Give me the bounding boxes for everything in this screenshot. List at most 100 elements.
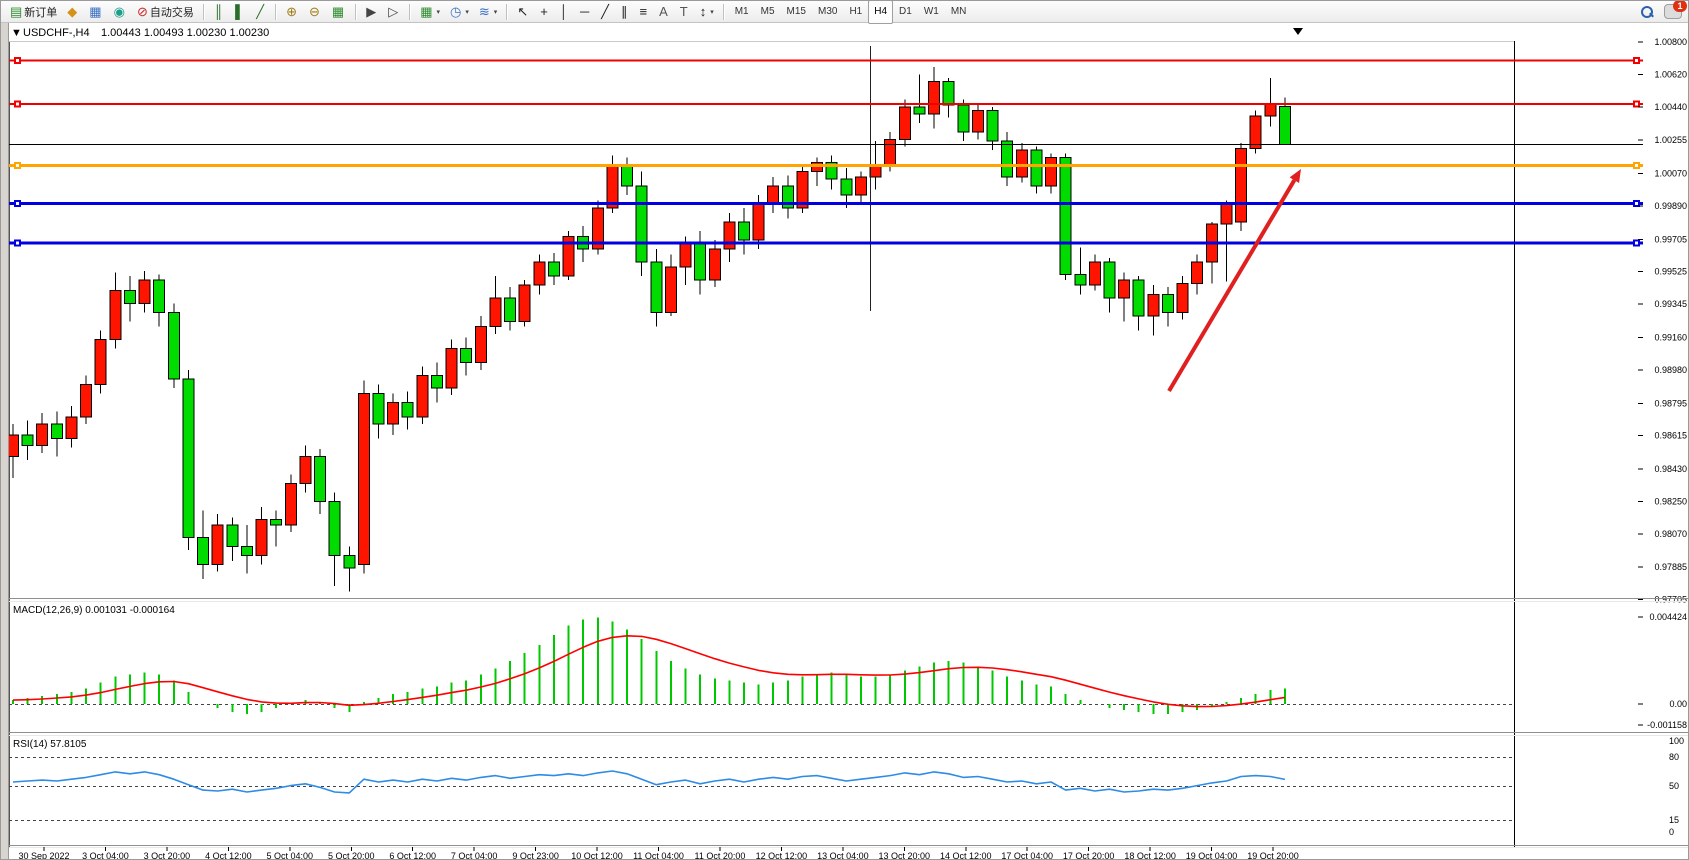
window-left-edge xyxy=(1,23,9,860)
chart-shift-button[interactable]: ▶ xyxy=(362,2,382,22)
rsi-indicator-label: RSI(14) 57.8105 xyxy=(13,739,87,750)
crosshair-button[interactable]: + xyxy=(536,2,554,22)
candle-body xyxy=(490,298,501,327)
time-axis-label[interactable]: 14 Oct 12:00 xyxy=(940,851,992,860)
indicators-button[interactable]: ≋▾ xyxy=(475,2,501,22)
channel-icon: ∥ xyxy=(621,5,628,18)
toolbar-separator xyxy=(723,4,725,20)
candle-body xyxy=(1060,157,1071,274)
chart-collapse-icon[interactable]: ▼ xyxy=(11,27,22,39)
toolbar-separator xyxy=(506,4,508,20)
time-axis-label[interactable]: 19 Oct 20:00 xyxy=(1247,851,1299,860)
autotrading-button[interactable]: ⊘自动交易 xyxy=(133,2,198,22)
candle-body xyxy=(373,393,384,424)
timeframe-m1[interactable]: M1 xyxy=(729,0,755,24)
channel-button[interactable]: ∥ xyxy=(617,2,634,22)
timeframe-h4[interactable]: H4 xyxy=(868,0,893,24)
time-axis-label[interactable]: 7 Oct 04:00 xyxy=(451,851,498,860)
data-window-button[interactable]: ▦ xyxy=(85,2,107,22)
fibonacci-button[interactable]: ≡ xyxy=(635,2,653,22)
timeframe-w1[interactable]: W1 xyxy=(918,0,945,24)
market-watch-button[interactable]: ◆ xyxy=(63,2,83,22)
line-chart-button[interactable]: ╱ xyxy=(252,2,270,22)
time-axis-label[interactable]: 3 Oct 20:00 xyxy=(144,851,191,860)
time-axis-label[interactable]: 11 Oct 04:00 xyxy=(633,851,684,860)
time-axis-label[interactable]: 12 Oct 12:00 xyxy=(756,851,808,860)
zoom-out-button[interactable]: ⊖ xyxy=(305,2,326,22)
time-axis-label[interactable]: 18 Oct 12:00 xyxy=(1124,851,1176,860)
arrows-icon: ↕ xyxy=(700,5,707,18)
trendline-button[interactable]: ╱ xyxy=(597,2,615,22)
time-axis-label[interactable]: 13 Oct 20:00 xyxy=(879,851,931,860)
time-axis-label[interactable]: 9 Oct 23:00 xyxy=(512,851,559,860)
vertical-line-button[interactable]: │ xyxy=(556,2,574,22)
time-axis-label[interactable]: 5 Oct 20:00 xyxy=(328,851,375,860)
bar-chart-button[interactable]: ║ xyxy=(210,2,229,22)
line-drag-handle-center xyxy=(16,164,19,167)
price-axis-tick-label: 0.99890 xyxy=(1654,201,1687,211)
price-axis-tick-label: 1.00800 xyxy=(1654,37,1687,47)
auto-scroll-button[interactable]: ▷ xyxy=(384,2,404,22)
time-axis-label[interactable]: 3 Oct 04:00 xyxy=(82,851,129,860)
text-button[interactable]: A xyxy=(655,2,674,22)
candle-body xyxy=(285,483,296,524)
price-axis-tick-label: 0.97885 xyxy=(1654,562,1687,572)
time-axis-label[interactable]: 10 Oct 12:00 xyxy=(571,851,623,860)
timeframe-m5[interactable]: M5 xyxy=(755,0,781,24)
price-axis-tick-label: 1.00620 xyxy=(1654,69,1687,79)
tile-windows-icon: ▦ xyxy=(332,5,344,18)
time-axis-label[interactable]: 6 Oct 12:00 xyxy=(389,851,436,860)
time-axis-label[interactable]: 17 Oct 04:00 xyxy=(1001,851,1053,860)
time-axis-label[interactable]: 30 Sep 2022 xyxy=(18,851,69,860)
time-axis-label[interactable]: 11 Oct 20:00 xyxy=(695,851,746,860)
candle-body xyxy=(709,249,720,280)
candle-body xyxy=(1016,150,1027,177)
chart-title-symbol: USDCHF-,H4 xyxy=(23,27,90,39)
timeframe-m30[interactable]: M30 xyxy=(812,0,843,24)
time-axis-label[interactable]: 13 Oct 04:00 xyxy=(817,851,869,860)
profiles-button[interactable]: ◷▾ xyxy=(446,2,473,22)
candle-body xyxy=(431,375,442,388)
cursor-button[interactable]: ↖ xyxy=(513,2,534,22)
navigator-icon: ◉ xyxy=(114,5,125,18)
chat-button[interactable]: 1 xyxy=(1664,4,1682,19)
rsi-axis-label: 100 xyxy=(1669,736,1684,746)
candle-body xyxy=(739,222,750,240)
candle-body xyxy=(622,165,633,187)
time-axis-label[interactable]: 4 Oct 12:00 xyxy=(205,851,252,860)
chart-canvas[interactable]: 1.008001.006201.004401.002551.000700.998… xyxy=(1,23,1689,860)
timeframe-m15[interactable]: M15 xyxy=(781,0,812,24)
price-axis-tick-label: 0.98250 xyxy=(1654,496,1687,506)
label-button[interactable]: T xyxy=(676,2,694,22)
arrows-button[interactable]: ↕▾ xyxy=(696,2,718,22)
time-axis-label[interactable]: 19 Oct 04:00 xyxy=(1186,851,1238,860)
timeframe-h1[interactable]: H1 xyxy=(843,0,868,24)
search-button[interactable] xyxy=(1640,5,1654,19)
candle-body xyxy=(987,110,998,141)
navigator-button[interactable]: ◉ xyxy=(110,2,131,22)
chart-background xyxy=(1,23,1689,860)
candlestick-chart-button[interactable]: ▌ xyxy=(231,2,250,22)
candle-body xyxy=(1031,150,1042,186)
time-axis-label[interactable]: 17 Oct 20:00 xyxy=(1063,851,1115,860)
tile-windows-button[interactable]: ▦ xyxy=(328,2,350,22)
toolbar-button-label: 新订单 xyxy=(24,4,57,20)
candle-body xyxy=(1133,280,1144,316)
toolbar-group: ▦▾◷▾≋▾ xyxy=(415,1,502,23)
candle-body xyxy=(914,107,925,114)
zoom-in-button[interactable]: ⊕ xyxy=(282,2,303,22)
line-drag-handle-center xyxy=(16,102,19,105)
new-chart-button[interactable]: ▦▾ xyxy=(416,2,444,22)
zoom-in-icon: ⊕ xyxy=(286,5,297,18)
new-order-button[interactable]: ▤新订单 xyxy=(6,2,61,22)
candle-body xyxy=(1148,294,1159,316)
candle-body xyxy=(1075,274,1086,285)
horizontal-line-button[interactable]: ─ xyxy=(576,2,595,22)
candle-body xyxy=(812,163,823,172)
rsi-axis-label: 15 xyxy=(1669,815,1679,825)
candle-body xyxy=(534,262,545,285)
time-axis-label[interactable]: 5 Oct 04:00 xyxy=(267,851,314,860)
timeframe-mn[interactable]: MN xyxy=(945,0,973,24)
candle-body xyxy=(461,348,472,362)
timeframe-d1[interactable]: D1 xyxy=(893,0,918,24)
